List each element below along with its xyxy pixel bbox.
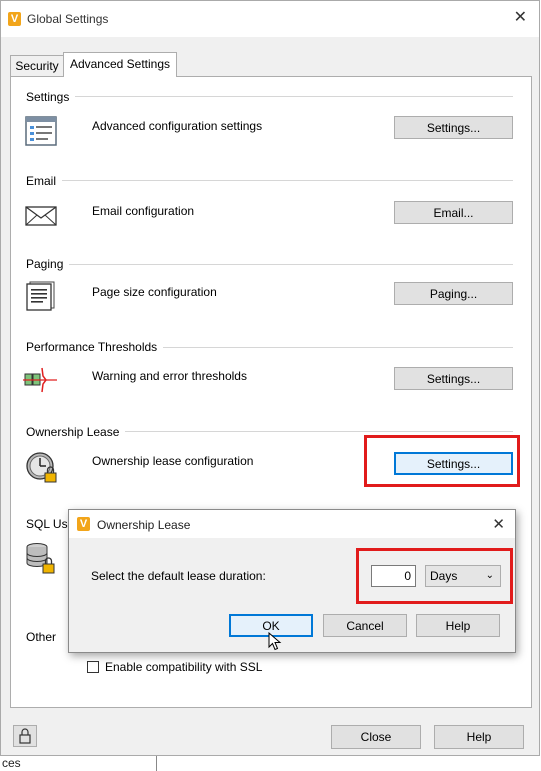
section-divider — [161, 347, 513, 348]
settings-list-icon — [25, 115, 57, 150]
close-icon[interactable]: ✕ — [514, 10, 527, 26]
row-label-email-configuration: Email configuration — [92, 204, 195, 218]
lock-icon[interactable] — [13, 725, 37, 747]
close-button[interactable]: Close — [331, 725, 421, 749]
section-title-paging: Paging — [26, 257, 70, 271]
envelope-icon — [25, 205, 57, 230]
row-label-ownership-lease: Ownership lease configuration — [92, 454, 254, 468]
section-title-settings: Settings — [26, 90, 76, 104]
lease-duration-prompt: Select the default lease duration: — [91, 569, 266, 583]
window-title: Global Settings — [27, 12, 109, 26]
section-title-email: Email — [26, 174, 63, 188]
section-divider — [67, 264, 513, 265]
section-title-performance-thresholds: Performance Thresholds — [26, 340, 164, 354]
ssl-compatibility-label: Enable compatibility with SSL — [105, 660, 263, 674]
section-divider — [71, 96, 513, 97]
help-button[interactable]: Help — [434, 725, 524, 749]
mouse-cursor-icon — [268, 631, 282, 655]
performance-settings-button[interactable]: Settings... — [394, 367, 513, 390]
row-label-warning-thresholds: Warning and error thresholds — [92, 369, 247, 383]
row-label-page-size: Page size configuration — [92, 285, 217, 299]
lease-clock-lock-icon — [25, 451, 59, 488]
dialog-title-bar: V Ownership Lease ✕ — [69, 510, 515, 538]
database-lock-icon — [25, 542, 59, 579]
advanced-settings-button[interactable]: Settings... — [394, 116, 513, 139]
cancel-button[interactable]: Cancel — [323, 614, 407, 637]
background-window-text: ces — [2, 756, 21, 770]
paging-button[interactable]: Paging... — [394, 282, 513, 305]
page-document-icon — [25, 281, 57, 314]
highlight-box-lease-duration — [356, 548, 513, 604]
background-divider — [156, 756, 157, 771]
app-logo-icon: V — [77, 517, 90, 531]
highlight-box-settings — [364, 435, 520, 487]
row-label-advanced-configuration: Advanced configuration settings — [92, 119, 263, 133]
dialog-title: Ownership Lease — [97, 518, 191, 532]
tab-advanced-settings[interactable]: Advanced Settings — [63, 52, 177, 77]
dialog-help-button[interactable]: Help — [416, 614, 500, 637]
tab-security[interactable]: Security — [10, 55, 64, 77]
dialog-close-icon[interactable]: ✕ — [492, 515, 505, 533]
app-logo-icon: V — [8, 12, 21, 26]
ssl-compatibility-checkbox[interactable] — [87, 661, 99, 673]
email-button[interactable]: Email... — [394, 201, 513, 224]
section-divider — [123, 431, 513, 432]
section-title-ownership-lease: Ownership Lease — [26, 425, 126, 439]
threshold-chart-icon — [23, 367, 57, 396]
section-divider — [61, 180, 513, 181]
title-bar: V Global Settings ✕ — [1, 1, 539, 37]
section-title-other: Other — [26, 630, 63, 644]
